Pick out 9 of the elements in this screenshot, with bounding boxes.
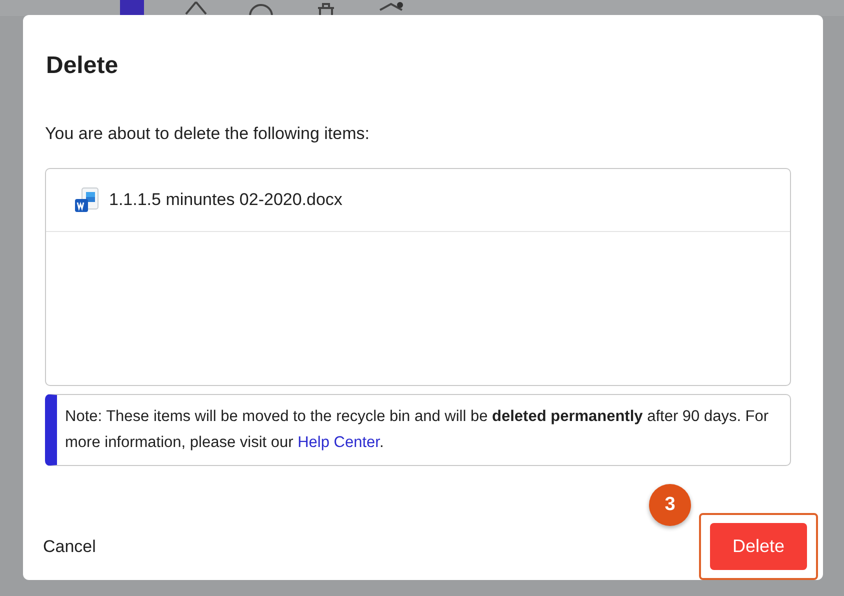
file-name: 1.1.1.5 minuntes 02-2020.docx bbox=[109, 190, 342, 210]
dialog-message: You are about to delete the following items: bbox=[45, 124, 370, 144]
dialog-title: Delete bbox=[46, 51, 120, 81]
cancel-button[interactable]: Cancel bbox=[43, 530, 96, 562]
square-icon[interactable] bbox=[120, 0, 144, 16]
delete-button[interactable]: Delete bbox=[710, 523, 807, 570]
help-center-link[interactable]: Help Center bbox=[298, 434, 380, 451]
note-text: Note: These items will be moved to the recycle bin and will be deleted permanently after 90 days. For more information, please visit our Help Center. bbox=[65, 408, 769, 451]
word-document-icon bbox=[73, 186, 101, 214]
